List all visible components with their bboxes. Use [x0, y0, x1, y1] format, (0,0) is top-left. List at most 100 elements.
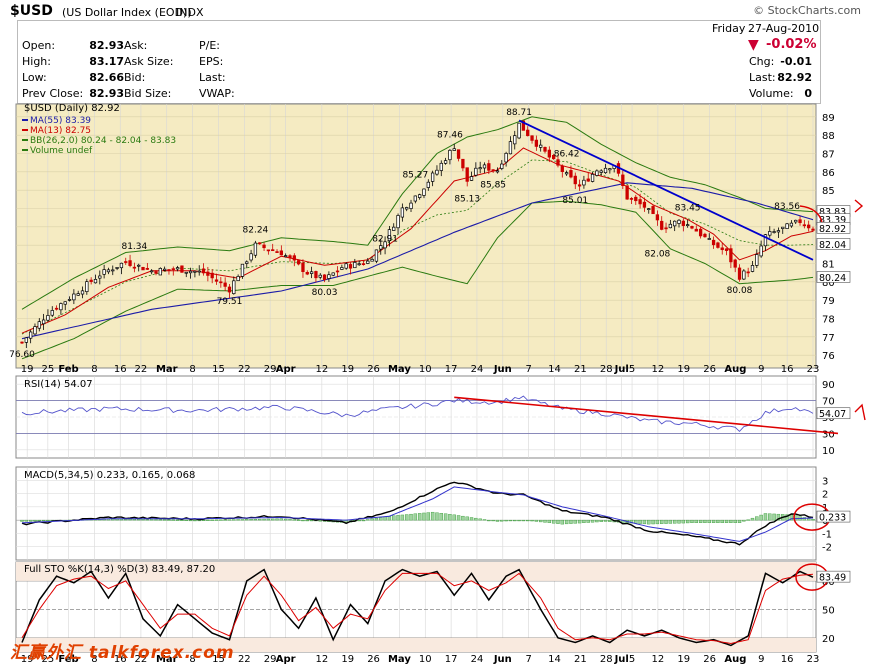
- candle-body: [651, 206, 655, 215]
- candle-body: [807, 224, 811, 229]
- price-tick-label: 77: [822, 333, 835, 344]
- price-annotation: 82.08: [645, 249, 671, 259]
- candle-body: [409, 202, 413, 209]
- x-tick-label: 10: [419, 654, 432, 665]
- candle-body: [742, 270, 746, 280]
- candle-body: [184, 271, 188, 274]
- x-tick-label: 26: [703, 364, 716, 375]
- macd-histogram-bar: [188, 519, 193, 522]
- candle-body: [608, 168, 612, 171]
- x-tick-label: 26: [367, 654, 380, 665]
- price-tick-label: 76: [822, 351, 835, 362]
- rsi-arrow-icon: [854, 403, 866, 421]
- candle-body: [724, 248, 729, 251]
- candle-body: [214, 279, 219, 282]
- candle-body: [59, 303, 63, 311]
- candle-body: [573, 175, 577, 185]
- x-tick-label: 24: [471, 654, 484, 665]
- candle-body: [223, 282, 227, 287]
- macd-histogram-bar: [180, 519, 184, 521]
- candle-body: [802, 224, 807, 227]
- candle-body: [556, 159, 560, 166]
- x-tick-label: 14: [548, 654, 561, 665]
- right-value-label: 82.92: [819, 224, 846, 235]
- candle-body: [331, 272, 335, 276]
- candle-body: [703, 233, 707, 238]
- candle-body: [768, 231, 772, 236]
- x-tick-label: Apr: [276, 654, 296, 665]
- candle-body: [366, 260, 370, 264]
- macd-histogram-bar: [694, 519, 698, 524]
- candle-body: [236, 276, 240, 282]
- x-tick-label: Apr: [276, 364, 296, 375]
- candle-body: [750, 265, 755, 272]
- candle-body: [686, 224, 690, 227]
- macd-histogram-bar: [763, 513, 768, 521]
- candle-body: [681, 220, 685, 226]
- x-tick-label: 19: [21, 364, 34, 375]
- candle-body: [474, 167, 478, 176]
- x-tick-label: 16: [781, 654, 794, 665]
- macd-histogram-bar: [318, 519, 322, 522]
- x-tick-label: 9: [758, 364, 764, 375]
- candle-body: [733, 259, 737, 268]
- macd-histogram-bar: [227, 519, 232, 521]
- sto-tick-label: 50: [822, 605, 835, 616]
- macd-histogram-bar: [158, 519, 163, 521]
- macd-histogram-bar: [595, 519, 599, 523]
- macd-histogram-bar: [590, 519, 595, 523]
- macd-histogram-bar: [711, 519, 716, 524]
- macd-histogram-bar: [400, 514, 405, 521]
- price-tick-label: 81: [822, 260, 835, 271]
- macd-histogram-bar: [724, 519, 729, 524]
- candle-body: [737, 267, 742, 280]
- x-tick-label: 22: [135, 364, 148, 375]
- candle-body: [776, 230, 781, 233]
- macd-histogram-bar: [443, 513, 448, 521]
- macd-histogram-bar: [465, 516, 469, 521]
- macd-histogram-bar: [690, 519, 694, 524]
- candle-body: [193, 270, 197, 273]
- macd-histogram-bar: [720, 519, 724, 524]
- candle-body: [314, 271, 318, 279]
- macd-histogram-bar: [28, 519, 33, 522]
- price-tick-label: 78: [822, 315, 835, 326]
- candle-body: [266, 249, 271, 252]
- candle-body: [396, 215, 400, 229]
- macd-histogram-bar: [547, 519, 552, 524]
- macd-histogram-bar: [577, 519, 582, 524]
- macd-histogram-bar: [513, 519, 517, 522]
- macd-histogram-bar: [214, 519, 219, 521]
- macd-histogram-bar: [296, 519, 301, 521]
- candle-body: [495, 170, 500, 173]
- candle-body: [232, 280, 236, 294]
- macd-histogram-bar: [608, 519, 612, 522]
- macd-histogram-bar: [461, 515, 465, 521]
- macd-histogram-bar: [811, 519, 815, 521]
- macd-histogram-bar: [305, 519, 309, 522]
- macd-histogram-bar: [478, 518, 482, 521]
- macd-histogram-bar: [564, 519, 569, 525]
- candle-body: [655, 214, 660, 221]
- price-tick-label: 88: [822, 131, 835, 142]
- candle-body: [80, 290, 85, 295]
- macd-histogram-bar: [582, 519, 586, 524]
- candle-body: [534, 139, 539, 147]
- x-tick-label: 9: [758, 654, 764, 665]
- macd-histogram-bar: [275, 518, 279, 521]
- candle-body: [508, 141, 513, 155]
- candle-body: [41, 319, 46, 325]
- x-tick-label: 25: [41, 364, 54, 375]
- candle-body: [20, 341, 24, 344]
- candle-body: [564, 172, 569, 175]
- macd-tick-label: -1: [822, 529, 832, 540]
- macd-histogram-bar: [162, 519, 167, 521]
- macd-histogram-bar: [703, 519, 707, 524]
- candle-body: [115, 267, 119, 269]
- macd-histogram-bar: [33, 519, 37, 522]
- legend-entry: MA(55) 83.39: [30, 116, 91, 126]
- price-annotation: 87.46: [437, 130, 463, 140]
- x-tick-label: 21: [574, 364, 587, 375]
- macd-histogram-bar: [279, 518, 284, 521]
- price-annotation: 85.27: [402, 171, 428, 181]
